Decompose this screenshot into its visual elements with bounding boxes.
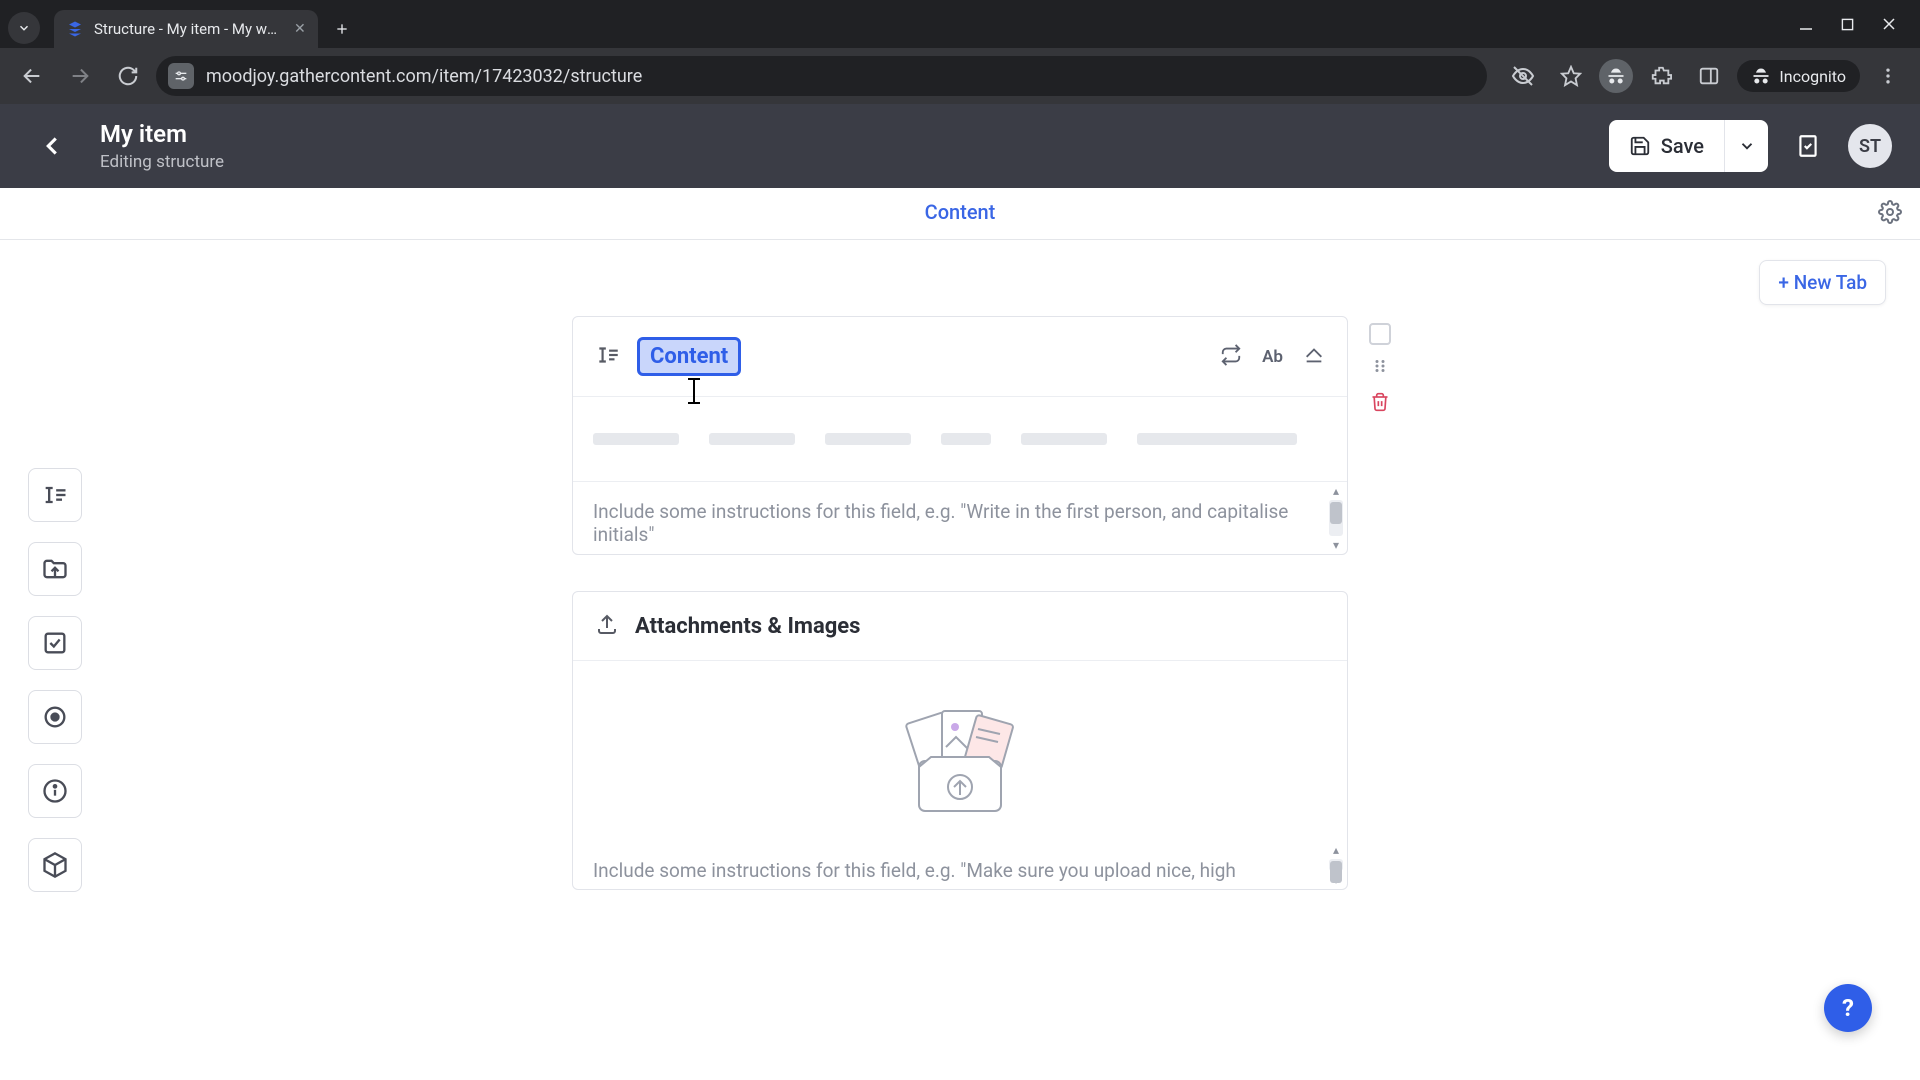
delete-field-button[interactable] xyxy=(1370,392,1390,416)
attachment-dropzone[interactable] xyxy=(573,661,1347,841)
forward-button[interactable] xyxy=(60,56,100,96)
gear-icon xyxy=(1878,200,1902,224)
chevron-left-icon xyxy=(37,131,67,161)
save-label: Save xyxy=(1661,134,1704,158)
incognito-mask-icon xyxy=(1606,66,1626,86)
repeat-icon xyxy=(1220,344,1242,366)
item-subtitle: Editing structure xyxy=(100,152,224,172)
limit-icon xyxy=(1303,344,1325,366)
drag-handle[interactable] xyxy=(1371,357,1389,380)
field-header: Content Ab xyxy=(573,317,1347,397)
limit-toggle[interactable] xyxy=(1303,344,1325,370)
star-icon xyxy=(1560,65,1582,87)
repeatable-toggle[interactable] xyxy=(1220,344,1242,370)
close-window-button[interactable] xyxy=(1882,17,1896,31)
item-title: My item xyxy=(100,120,224,148)
browser-menu-button[interactable] xyxy=(1868,56,1908,96)
save-button[interactable]: Save xyxy=(1609,120,1724,172)
help-button[interactable]: ? xyxy=(1824,984,1872,1032)
upload-icon xyxy=(595,612,619,640)
kebab-icon xyxy=(1878,66,1898,86)
browser-chrome: Structure - My item - My websi ✕ moodjoy… xyxy=(0,0,1920,104)
reload-icon xyxy=(117,65,139,87)
new-tab-button[interactable] xyxy=(328,15,356,43)
scroll-up-icon[interactable]: ▴ xyxy=(1333,843,1339,857)
field-name[interactable]: Attachments & Images xyxy=(635,614,860,639)
instruction-input[interactable]: Include some instructions for this field… xyxy=(573,841,1347,889)
close-tab-icon[interactable]: ✕ xyxy=(294,21,306,37)
extensions-button[interactable] xyxy=(1641,56,1681,96)
chevron-down-icon xyxy=(1738,137,1756,155)
tab-title: Structure - My item - My websi xyxy=(94,20,284,38)
profile-button[interactable] xyxy=(1599,59,1633,93)
attachment-illustration xyxy=(870,701,1050,821)
field-side-controls xyxy=(1369,323,1391,416)
bookmark-button[interactable] xyxy=(1551,56,1591,96)
select-field-checkbox[interactable] xyxy=(1369,323,1391,345)
grip-icon xyxy=(1371,357,1389,375)
arrow-right-icon xyxy=(69,65,91,87)
instruction-placeholder: Include some instructions for this field… xyxy=(593,859,1236,882)
browser-toolbar: moodjoy.gathercontent.com/item/17423032/… xyxy=(0,48,1920,104)
tab-nav: Content xyxy=(0,188,1920,240)
format-toggle[interactable]: Ab xyxy=(1262,347,1283,367)
scroll-down-icon[interactable]: ▾ xyxy=(1333,538,1339,552)
minimize-button[interactable] xyxy=(1799,17,1813,31)
tab-settings-button[interactable] xyxy=(1878,200,1902,228)
puzzle-icon xyxy=(1650,65,1672,87)
panel-icon xyxy=(1698,65,1720,87)
document-check-icon xyxy=(1795,133,1821,159)
side-panel-button[interactable] xyxy=(1689,56,1729,96)
editor-canvas: Content Ab Include some instructions for… xyxy=(0,260,1920,1080)
trash-icon xyxy=(1370,392,1390,412)
window-controls xyxy=(1799,0,1920,48)
scroll-up-icon[interactable]: ▴ xyxy=(1333,484,1339,498)
toolbar-right: Incognito xyxy=(1503,56,1908,96)
eye-off-icon xyxy=(1511,64,1535,88)
url-text: moodjoy.gathercontent.com/item/17423032/… xyxy=(206,66,642,87)
maximize-button[interactable] xyxy=(1841,18,1854,31)
back-button[interactable] xyxy=(12,56,52,96)
instruction-scrollbar[interactable]: ▴ ▾ xyxy=(1327,484,1345,552)
eye-off-button[interactable] xyxy=(1503,56,1543,96)
instruction-placeholder: Include some instructions for this field… xyxy=(593,500,1288,546)
reload-button[interactable] xyxy=(108,56,148,96)
site-info-button[interactable] xyxy=(168,63,194,89)
address-bar[interactable]: moodjoy.gathercontent.com/item/17423032/… xyxy=(156,56,1487,96)
save-icon xyxy=(1629,135,1651,157)
text-field-icon xyxy=(595,342,621,372)
plus-icon xyxy=(334,21,350,37)
back-to-items-button[interactable] xyxy=(28,122,76,170)
tab-search-button[interactable] xyxy=(8,12,40,44)
arrow-left-icon xyxy=(21,65,43,87)
gathercontent-favicon xyxy=(66,20,84,38)
tune-icon xyxy=(173,68,189,84)
tab-strip: Structure - My item - My websi ✕ xyxy=(0,0,1920,48)
browser-tab[interactable]: Structure - My item - My websi ✕ xyxy=(54,10,318,48)
instruction-scrollbar[interactable]: ▴ ▾ xyxy=(1327,843,1345,887)
incognito-icon xyxy=(1751,66,1771,86)
content-view-button[interactable] xyxy=(1788,126,1828,166)
save-button-group: Save xyxy=(1609,120,1768,172)
content-placeholder-row xyxy=(573,397,1347,482)
save-dropdown[interactable] xyxy=(1724,120,1768,172)
field-name-input[interactable]: Content xyxy=(637,337,741,376)
instruction-input[interactable]: Include some instructions for this field… xyxy=(573,482,1347,554)
chevron-down-icon xyxy=(17,21,31,35)
incognito-chip[interactable]: Incognito xyxy=(1737,60,1860,92)
user-avatar[interactable]: ST xyxy=(1848,124,1892,168)
field-card-attachments[interactable]: Attachments & Images xyxy=(572,591,1348,890)
app-header: My item Editing structure Save ST xyxy=(0,104,1920,188)
field-card-content[interactable]: Content Ab Include some instructions for… xyxy=(572,316,1348,555)
incognito-label: Incognito xyxy=(1779,67,1846,86)
tab-content[interactable]: Content xyxy=(917,188,1004,239)
field-header: Attachments & Images xyxy=(573,592,1347,661)
